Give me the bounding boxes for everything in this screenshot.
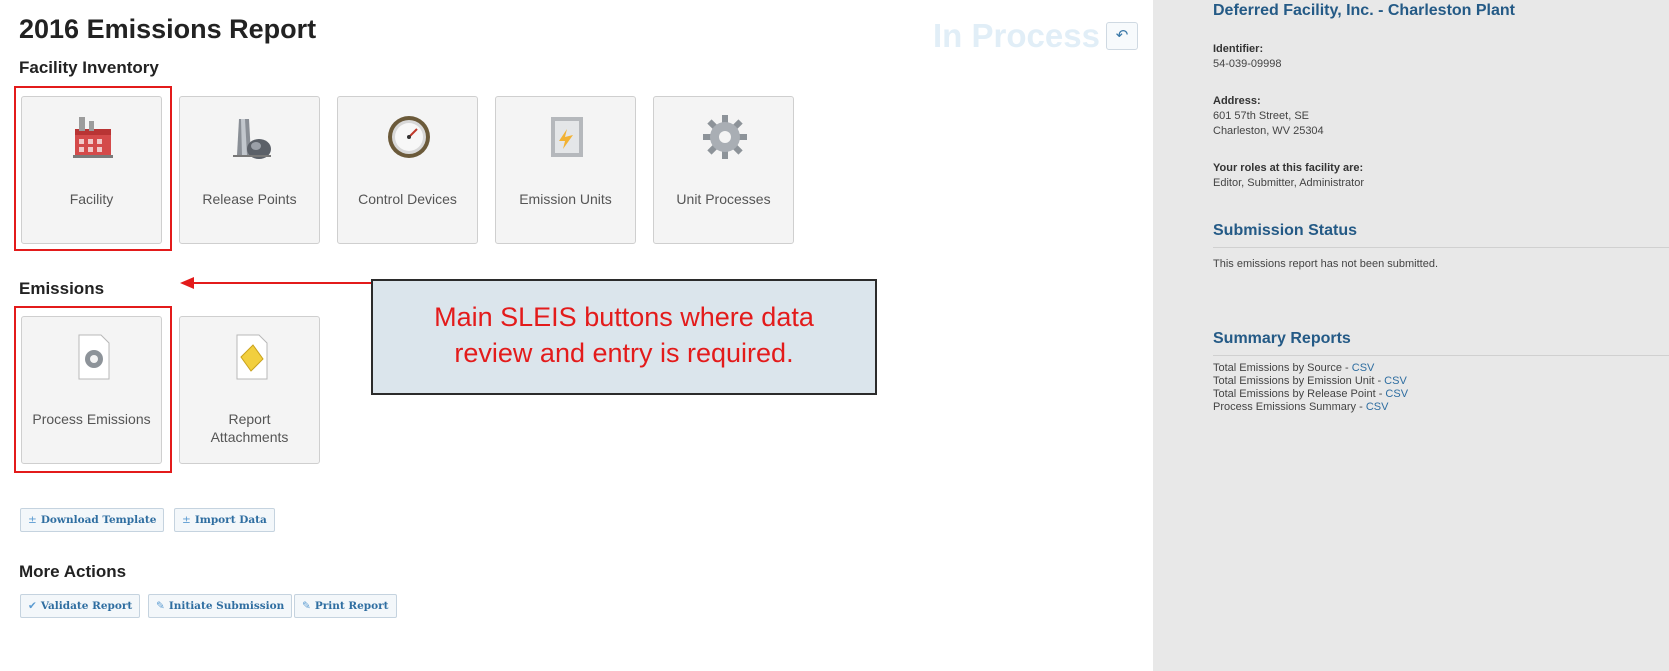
summary-report-row: Total Emissions by Release Point - CSV bbox=[1213, 388, 1408, 400]
unit-processes-tile-label: Unit Processes bbox=[676, 191, 771, 207]
wrench-icon: ✎ bbox=[302, 600, 311, 612]
validate-report-button[interactable]: ✔ Validate Report bbox=[20, 594, 141, 618]
page-title: 2016 Emissions Report bbox=[19, 14, 317, 44]
report-attachments-tile-label: Report Attachments bbox=[210, 411, 289, 445]
upload-icon: ± bbox=[182, 514, 191, 526]
address-line-1: 601 57th Street, SE bbox=[1213, 110, 1310, 122]
summary-report-row: Total Emissions by Emission Unit - CSV bbox=[1213, 375, 1407, 387]
summary-report-label: Process Emissions Summary bbox=[1213, 401, 1357, 413]
csv-link[interactable]: CSV bbox=[1384, 375, 1407, 387]
identifier-label: Identifier: bbox=[1213, 43, 1264, 55]
control-devices-tile-label: Control Devices bbox=[358, 191, 457, 207]
callout-arrow-head bbox=[180, 277, 194, 289]
status-label: In Process bbox=[933, 17, 1100, 54]
release-points-tile-label: Release Points bbox=[202, 191, 297, 207]
emission-units-tile[interactable]: Emission Units bbox=[495, 96, 636, 244]
download-template-label: Download Template bbox=[40, 514, 157, 526]
gear-icon bbox=[703, 115, 747, 159]
initiate-submission-button[interactable]: ✎ Initiate Submission bbox=[148, 594, 293, 618]
attachment-document-icon bbox=[236, 334, 268, 380]
emission-unit-icon bbox=[551, 117, 583, 157]
checkmark-icon: ✔ bbox=[28, 600, 37, 612]
report-attachments-tile[interactable]: Report Attachments bbox=[179, 316, 320, 464]
summary-separator: - bbox=[1374, 375, 1385, 387]
summary-divider bbox=[1213, 355, 1669, 356]
control-devices-tile[interactable]: Control Devices bbox=[337, 96, 478, 244]
wrench-icon: ✎ bbox=[156, 600, 165, 612]
facility-name: Deferred Facility, Inc. - Charleston Pla… bbox=[1213, 2, 1515, 19]
validate-report-label: Validate Report bbox=[40, 600, 133, 612]
summary-separator: - bbox=[1375, 388, 1386, 400]
print-report-label: Print Report bbox=[314, 600, 389, 612]
section-emissions: Emissions bbox=[19, 279, 105, 298]
initiate-submission-label: Initiate Submission bbox=[168, 600, 285, 612]
callout-arrow-line bbox=[192, 282, 373, 284]
download-icon: ± bbox=[28, 514, 37, 526]
summary-separator: - bbox=[1342, 362, 1352, 374]
annotation-callout: Main SLEIS buttons where data review and… bbox=[371, 279, 877, 395]
summary-report-label: Total Emissions by Source bbox=[1213, 362, 1342, 374]
stack-icon bbox=[233, 119, 271, 159]
roles-value: Editor, Submitter, Administrator bbox=[1213, 177, 1365, 189]
unit-processes-tile[interactable]: Unit Processes bbox=[653, 96, 794, 244]
csv-link[interactable]: CSV bbox=[1352, 362, 1375, 374]
back-button[interactable]: ↶ bbox=[1106, 22, 1138, 50]
summary-report-row: Total Emissions by Source - CSV bbox=[1213, 362, 1374, 374]
submission-status-heading: Submission Status bbox=[1213, 222, 1358, 239]
facility-highlight-box bbox=[14, 86, 172, 251]
reply-icon: ↶ bbox=[1115, 27, 1129, 44]
identifier-value: 54-039-09998 bbox=[1213, 58, 1282, 70]
summary-reports-heading: Summary Reports bbox=[1213, 330, 1351, 347]
emission-units-tile-label: Emission Units bbox=[519, 191, 612, 207]
submission-divider bbox=[1213, 247, 1669, 248]
gauge-icon bbox=[388, 116, 430, 158]
callout-line-2: review and entry is required. bbox=[454, 338, 794, 368]
csv-link[interactable]: CSV bbox=[1385, 388, 1408, 400]
import-data-label: Import Data bbox=[194, 514, 267, 526]
process-emissions-highlight-box bbox=[14, 306, 172, 473]
callout-line-1: Main SLEIS buttons where data bbox=[434, 302, 814, 332]
summary-report-label: Total Emissions by Emission Unit bbox=[1213, 375, 1375, 387]
import-data-button[interactable]: ± Import Data bbox=[174, 508, 275, 532]
submission-status-text: This emissions report has not been submi… bbox=[1213, 258, 1439, 270]
address-label: Address: bbox=[1213, 95, 1261, 107]
summary-report-row: Process Emissions Summary - CSV bbox=[1213, 401, 1388, 413]
print-report-button[interactable]: ✎ Print Report bbox=[294, 594, 397, 618]
address-line-2: Charleston, WV 25304 bbox=[1213, 125, 1324, 137]
summary-separator: - bbox=[1356, 401, 1366, 413]
summary-report-label: Total Emissions by Release Point bbox=[1213, 388, 1376, 400]
roles-label: Your roles at this facility are: bbox=[1213, 162, 1364, 174]
section-more-actions: More Actions bbox=[19, 562, 127, 581]
section-facility-inventory: Facility Inventory bbox=[19, 58, 159, 77]
csv-link[interactable]: CSV bbox=[1366, 401, 1389, 413]
download-template-button[interactable]: ± Download Template bbox=[20, 508, 165, 532]
release-points-tile[interactable]: Release Points bbox=[179, 96, 320, 244]
